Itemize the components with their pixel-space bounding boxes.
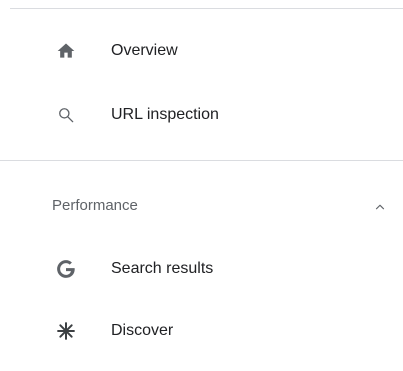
section-header-performance[interactable]: Performance: [0, 184, 403, 228]
asterisk-icon: [54, 319, 78, 343]
sidebar-nav: Overview URL inspection Performance Sear…: [0, 0, 403, 371]
sidebar-item-label: Search results: [111, 260, 214, 277]
top-divider: [10, 8, 403, 9]
sidebar-item-label: Discover: [111, 322, 174, 339]
sidebar-item-discover[interactable]: Discover: [0, 307, 403, 355]
search-icon: [54, 103, 78, 127]
home-icon: [54, 39, 78, 63]
sidebar-item-url-inspection[interactable]: URL inspection: [0, 91, 403, 139]
sidebar-item-label: URL inspection: [111, 106, 219, 123]
chevron-up-icon[interactable]: [371, 198, 389, 216]
sidebar-item-label: Overview: [111, 42, 178, 59]
google-g-icon: [54, 257, 78, 281]
section-label: Performance: [52, 197, 138, 214]
sidebar-item-search-results[interactable]: Search results: [0, 245, 403, 293]
section-divider: [0, 160, 403, 161]
sidebar-item-overview[interactable]: Overview: [0, 27, 403, 75]
